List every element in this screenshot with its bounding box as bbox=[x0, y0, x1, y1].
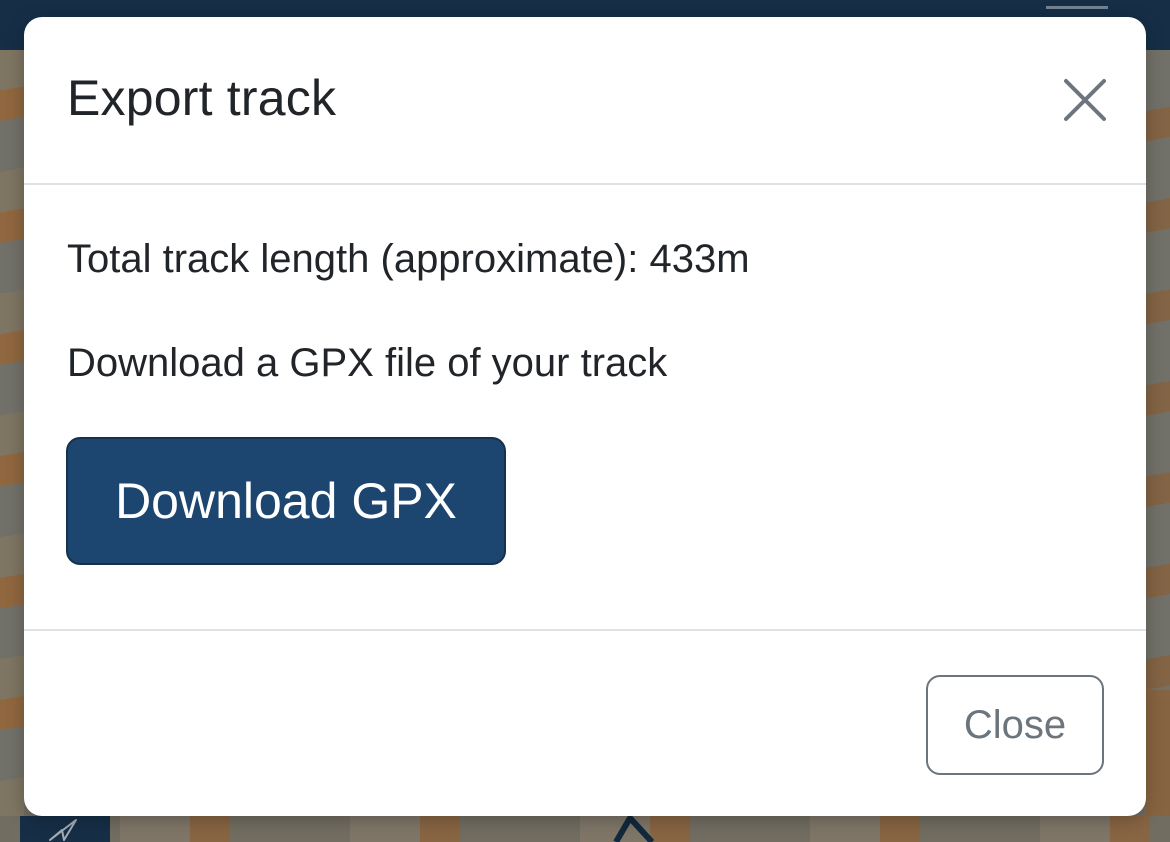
dialog-header: Export track bbox=[24, 17, 1146, 185]
close-icon[interactable] bbox=[1060, 75, 1110, 125]
track-length-text: Total track length (approximate): 433m bbox=[67, 237, 750, 281]
close-button[interactable]: Close bbox=[926, 675, 1104, 775]
dialog-body: Total track length (approximate): 433m D… bbox=[24, 185, 1146, 631]
dialog-title: Export track bbox=[67, 70, 337, 126]
dialog-footer: Close bbox=[24, 631, 1146, 816]
download-gpx-button[interactable]: Download GPX bbox=[66, 437, 506, 565]
download-description: Download a GPX file of your track bbox=[67, 341, 668, 385]
export-track-dialog: Export track Total track length (approxi… bbox=[24, 17, 1146, 816]
